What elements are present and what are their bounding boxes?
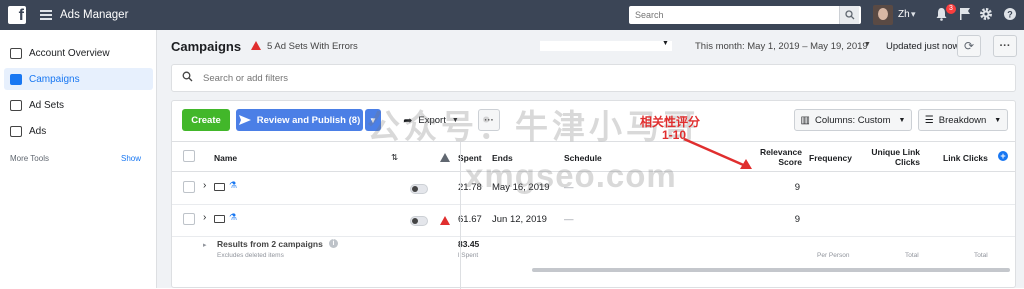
col-relevance-line1: Relevance xyxy=(759,147,802,157)
errors-link[interactable]: 5 Ad Sets With Errors xyxy=(267,41,358,52)
account-select[interactable] xyxy=(540,41,672,51)
top-bar: f Ads Manager Zh ▾ 3 ? xyxy=(0,0,1024,30)
refresh-button[interactable]: ⟳ xyxy=(957,35,981,57)
account-overview-icon xyxy=(10,47,22,59)
folder-icon xyxy=(214,183,225,191)
row-checkbox[interactable] xyxy=(183,213,195,225)
sidebar-item-campaigns[interactable]: Campaigns xyxy=(4,68,153,90)
folder-icon xyxy=(214,215,225,223)
avatar[interactable] xyxy=(873,5,893,25)
more-tools-label: More Tools xyxy=(10,154,49,163)
col-link-clicks[interactable]: Link Clicks xyxy=(943,153,988,163)
flag-icon[interactable] xyxy=(959,7,971,23)
chevron-down-icon: ▼ xyxy=(994,116,1002,124)
sidebar-item-label: Ads xyxy=(29,125,47,137)
select-all-checkbox[interactable] xyxy=(183,150,195,162)
search-icon[interactable] xyxy=(839,6,859,24)
sidebar-item-label: Account Overview xyxy=(29,47,110,59)
chevron-down-icon[interactable]: ▼ xyxy=(662,40,669,47)
breakdown-label: Breakdown xyxy=(938,114,987,126)
row-schedule: — xyxy=(564,214,574,225)
sidebar-item-ad-sets[interactable]: Ad Sets xyxy=(4,94,153,116)
app-title: Ads Manager xyxy=(60,9,129,21)
svg-text:?: ? xyxy=(1007,10,1013,20)
chevron-down-icon: ▼ xyxy=(898,116,906,124)
grid-icon xyxy=(10,99,22,111)
summary-frequency-sub: Per Person xyxy=(817,252,850,259)
table-row[interactable]: › ⚗ 61.67 Jun 12, 2019 — 9 xyxy=(172,205,1015,237)
chevron-down-icon[interactable]: ▾ xyxy=(911,9,916,20)
warning-icon[interactable] xyxy=(440,216,450,225)
row-checkbox[interactable] xyxy=(183,181,195,193)
updated-status: Updated just now xyxy=(886,41,960,52)
review-publish-button[interactable]: Review and Publish (8) xyxy=(236,109,363,131)
notification-badge: 3 xyxy=(946,4,956,14)
show-more-tools-link[interactable]: Show xyxy=(121,154,141,163)
create-button[interactable]: Create xyxy=(182,109,230,131)
date-range-picker[interactable]: This month: May 1, 2019 – May 19, 2019 xyxy=(695,41,868,52)
menu-icon[interactable] xyxy=(40,10,52,20)
col-name[interactable]: Name xyxy=(214,153,237,163)
breakdown-icon: ☰ xyxy=(924,114,934,126)
sort-icon[interactable]: ⇅ xyxy=(391,152,398,163)
refresh-icon: ⟳ xyxy=(963,39,975,53)
info-icon[interactable]: i xyxy=(329,239,338,248)
frozen-column-divider xyxy=(460,141,461,289)
chevron-right-icon[interactable]: › xyxy=(203,180,206,191)
annotation-arrow-icon xyxy=(683,137,752,169)
col-frequency[interactable]: Frequency xyxy=(809,153,852,163)
summary-label: Results from 2 campaigns xyxy=(217,239,323,249)
summary-spent-sub: l Spent xyxy=(458,252,479,259)
summary-sub: Excludes deleted items xyxy=(217,252,284,259)
add-column-icon[interactable]: + xyxy=(998,151,1008,161)
flask-icon: ⚗ xyxy=(229,180,238,190)
user-name[interactable]: Zh xyxy=(898,9,910,20)
columns-label: Columns: Custom xyxy=(815,114,891,126)
flask-icon: ⚗ xyxy=(229,212,238,222)
campaign-toggle[interactable] xyxy=(410,184,428,194)
more-icon: ··· xyxy=(999,40,1011,52)
columns-button[interactable]: ▥ Columns: Custom ▼ xyxy=(794,109,912,131)
chevron-right-icon[interactable]: › xyxy=(203,212,206,223)
row-relevance: 9 xyxy=(794,214,800,225)
warning-icon xyxy=(440,153,450,162)
chevron-down-icon[interactable]: ▼ xyxy=(864,41,871,48)
row-spent: 61.67 xyxy=(458,214,482,225)
review-publish-label: Review and Publish (8) xyxy=(256,114,361,126)
col-relevance-line2: Score xyxy=(778,157,802,167)
more-options-button[interactable]: ··· xyxy=(993,35,1017,57)
global-search-input[interactable] xyxy=(629,10,839,20)
square-icon xyxy=(10,125,22,137)
col-unique-line2: Clicks xyxy=(894,157,920,167)
summary-chevron-icon[interactable]: ▸ xyxy=(203,241,207,249)
row-ends: Jun 12, 2019 xyxy=(492,214,547,225)
page-title: Campaigns xyxy=(171,39,242,54)
summary-spent: 83.45 xyxy=(458,239,480,249)
sidebar-item-ads[interactable]: Ads xyxy=(4,120,153,142)
watermark-url: xmgseo.com xyxy=(465,157,677,194)
col-unique-line1: Unique Link xyxy=(871,147,920,157)
sidebar-item-label: Campaigns xyxy=(29,73,80,85)
row-relevance: 9 xyxy=(794,182,800,193)
breakdown-button[interactable]: ☰ Breakdown ▼ xyxy=(918,109,1008,131)
gear-icon[interactable] xyxy=(979,7,993,24)
columns-icon: ▥ xyxy=(800,114,810,126)
sidebar-item-account-overview[interactable]: Account Overview xyxy=(4,42,153,64)
folder-icon xyxy=(10,73,22,85)
global-search[interactable] xyxy=(629,6,861,24)
summary-link-sub: Total xyxy=(974,252,988,259)
sidebar: Account Overview Campaigns Ad Sets Ads M… xyxy=(0,30,157,288)
search-icon xyxy=(182,71,193,85)
filter-bar[interactable] xyxy=(171,64,1016,92)
summary-unique-sub: Total xyxy=(905,252,919,259)
campaign-toggle[interactable] xyxy=(410,216,428,226)
help-icon[interactable]: ? xyxy=(1003,7,1017,24)
sidebar-item-label: Ad Sets xyxy=(29,99,65,111)
filter-input[interactable] xyxy=(203,72,603,84)
facebook-logo-icon[interactable]: f xyxy=(8,6,26,24)
send-icon xyxy=(238,115,251,125)
horizontal-scrollbar[interactable] xyxy=(532,268,1010,272)
warning-icon xyxy=(251,41,261,50)
col-unique-link-clicks[interactable]: Unique Link Clicks xyxy=(862,147,920,167)
